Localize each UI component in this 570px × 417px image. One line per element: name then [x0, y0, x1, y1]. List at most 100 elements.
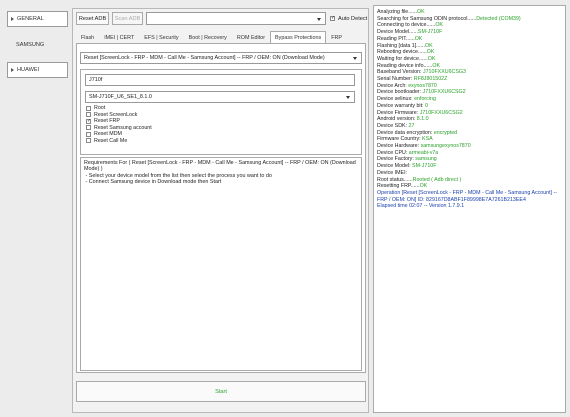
log-value: J710FXXU6CSG3	[422, 69, 466, 76]
log-line: Reading device info......OK	[377, 63, 562, 70]
chevron-down-icon	[353, 57, 357, 60]
log-text: Device Model......	[377, 29, 418, 36]
log-line: Root status......Rooted ( Adb direct )	[377, 177, 562, 184]
requirements-text[interactable]: Requirements For ( Reset [ScreenLock - F…	[80, 157, 362, 371]
log-line: Waiting for device......OK	[377, 56, 562, 63]
log-value: OK	[426, 49, 435, 56]
chevron-down-icon	[346, 96, 350, 99]
log-line: Elapsed time 02:07 -- Version 1.7.9.1	[377, 203, 562, 210]
log-line: Device Model......SM-J710F	[377, 29, 562, 36]
log-value: OK	[432, 62, 441, 69]
log-line: Device Factory: samsung	[377, 156, 562, 163]
log-value: OK	[427, 55, 436, 62]
log-line: Device CPU: armeabi-v7a	[377, 150, 562, 157]
auto-detect-toggle[interactable]: Auto Detect	[330, 14, 368, 23]
log-line: Analyzing file......OK	[377, 9, 562, 16]
firmware-select[interactable]: SM-J710F_U6_SE1_8.1.0	[85, 91, 355, 103]
log-value: encrypted	[433, 129, 458, 136]
log-text: Reading device info......	[377, 62, 433, 69]
log-value: RF8J801502Z	[413, 76, 448, 83]
tab-efs-security[interactable]: EFS | Security	[139, 31, 183, 43]
log-text: Device data encryption:	[377, 129, 434, 136]
sidebar-item-samsung[interactable]: SAMSUNG	[7, 37, 68, 53]
log-text: Flashing [data 1]......	[377, 42, 425, 49]
scan-adb-button[interactable]: Scan ADB	[112, 12, 143, 25]
start-label: Start	[215, 388, 227, 395]
requirements-line: Requirements For ( Reset [ScreenLock - F…	[84, 160, 358, 173]
log-line: Device Model: SM-J710F	[377, 163, 562, 170]
sidebar-item-label: SAMSUNG	[16, 42, 45, 48]
tab-rom-editor[interactable]: ROM Editor	[232, 31, 270, 43]
option-label: Reset MDM	[94, 131, 122, 138]
log-line: Serial Number: RF8J801502Z	[377, 76, 562, 83]
log-value: exynos7870	[408, 82, 437, 89]
log-text: Rebooting device......	[377, 49, 427, 56]
log-value: samsungexynos7870	[420, 143, 471, 150]
log-text: Connecting to device......	[377, 22, 436, 29]
option-checkbox[interactable]	[86, 138, 91, 144]
start-button[interactable]: Start	[76, 381, 366, 402]
log-line: Device data encryption: encrypted	[377, 130, 562, 137]
option-label: Reset Call Me	[94, 137, 128, 144]
log-value: Detected (COM39)	[476, 15, 521, 22]
log-text: Baseband Version:	[377, 69, 423, 76]
log-value: 0	[424, 102, 428, 109]
sidebar-item-label: GENERAL	[17, 16, 44, 22]
tab-frp[interactable]: FRP	[326, 31, 347, 43]
log-text: Elapsed time 02:07 -- Version 1.7.9.1	[377, 203, 465, 210]
log-line: Reading PIT......OK	[377, 36, 562, 43]
option-label: Reset FRP	[94, 118, 120, 125]
log-value: OK	[419, 183, 428, 190]
log-line: Device bootloader: J710FXXU6CSG2	[377, 89, 562, 96]
log-line: Resetting FRP......OK	[377, 183, 562, 190]
log-value: OK	[425, 42, 433, 49]
log-text: Device Hardware:	[377, 143, 421, 150]
sidebar-item-huawei[interactable]: HUAWEI	[7, 62, 68, 78]
auto-detect-checkbox[interactable]	[330, 15, 335, 22]
log-line: Baseband Version: J710FXXU6CSG3	[377, 69, 562, 76]
reset-adb-button[interactable]: Reset ADB	[76, 12, 109, 25]
model-search-value: J710f	[89, 77, 103, 83]
log-value: 8.1.0	[416, 116, 429, 123]
log-line: Rebooting device......OK	[377, 49, 562, 56]
log-value: J710FXXU6CSG2	[419, 109, 463, 116]
tab-imei-cert[interactable]: IMEI | CERT	[99, 31, 139, 43]
log-line: Device warranty bit: 0	[377, 103, 562, 110]
tab-boot-recovery[interactable]: Boot | Recovery	[184, 31, 232, 43]
log-line: Device Arch: exynos7870	[377, 83, 562, 90]
log-value: samsung	[415, 156, 437, 163]
log-text: Device bootloader:	[377, 89, 423, 96]
log-line: Device IMEI:	[377, 170, 562, 177]
model-search-input[interactable]: J710f	[85, 74, 355, 86]
option-checkbox[interactable]	[86, 125, 91, 131]
log-text: Android version:	[377, 116, 417, 123]
option-checkbox[interactable]	[86, 118, 91, 125]
log-output[interactable]: Analyzing file......OK Searching for Sams…	[373, 5, 566, 413]
option-checkbox[interactable]	[86, 112, 91, 118]
log-text: Searching for Samsung ODIN protocol.....…	[377, 15, 477, 22]
log-value: OK	[435, 22, 443, 29]
option-checkbox[interactable]	[86, 105, 91, 111]
log-line: Operation [Reset [ScreenLock - FRP - MDM…	[377, 190, 562, 203]
sidebar-item-label: HUAWEI	[17, 67, 40, 73]
log-text: Device SDK:	[377, 122, 409, 129]
tab-bypass-protections[interactable]: Bypass Protections	[270, 31, 327, 43]
options-list: Root Reset ScreenLock Reset FRP Reset Sa…	[83, 105, 353, 151]
log-value: enforcing	[414, 96, 436, 103]
log-text: Operation [Reset [ScreenLock - FRP - MDM…	[377, 189, 558, 203]
log-value: SM-J710F	[417, 29, 443, 36]
sidebar-item-general[interactable]: GENERAL	[7, 11, 68, 27]
log-line: Device Hardware: samsungexynos7870	[377, 143, 562, 150]
log-text: Root status......	[377, 176, 413, 183]
option-checkbox[interactable]	[86, 131, 91, 137]
adb-device-select[interactable]	[146, 12, 326, 25]
tab-flash[interactable]: Flash	[76, 31, 99, 43]
log-value: SM-J710F	[412, 163, 437, 170]
log-value: armeabi-v7a	[408, 149, 439, 156]
option-reset-call-me[interactable]: Reset Call Me	[83, 138, 353, 145]
option-label: Reset ScreenLock	[94, 111, 138, 118]
log-value: J710FXXU6CSG2	[422, 89, 466, 96]
operation-select[interactable]: Reset [ScreenLock - FRP - MDM - Call Me …	[80, 52, 362, 64]
log-text: Device Arch:	[377, 82, 409, 89]
log-text: Firmware Country:	[377, 136, 423, 143]
